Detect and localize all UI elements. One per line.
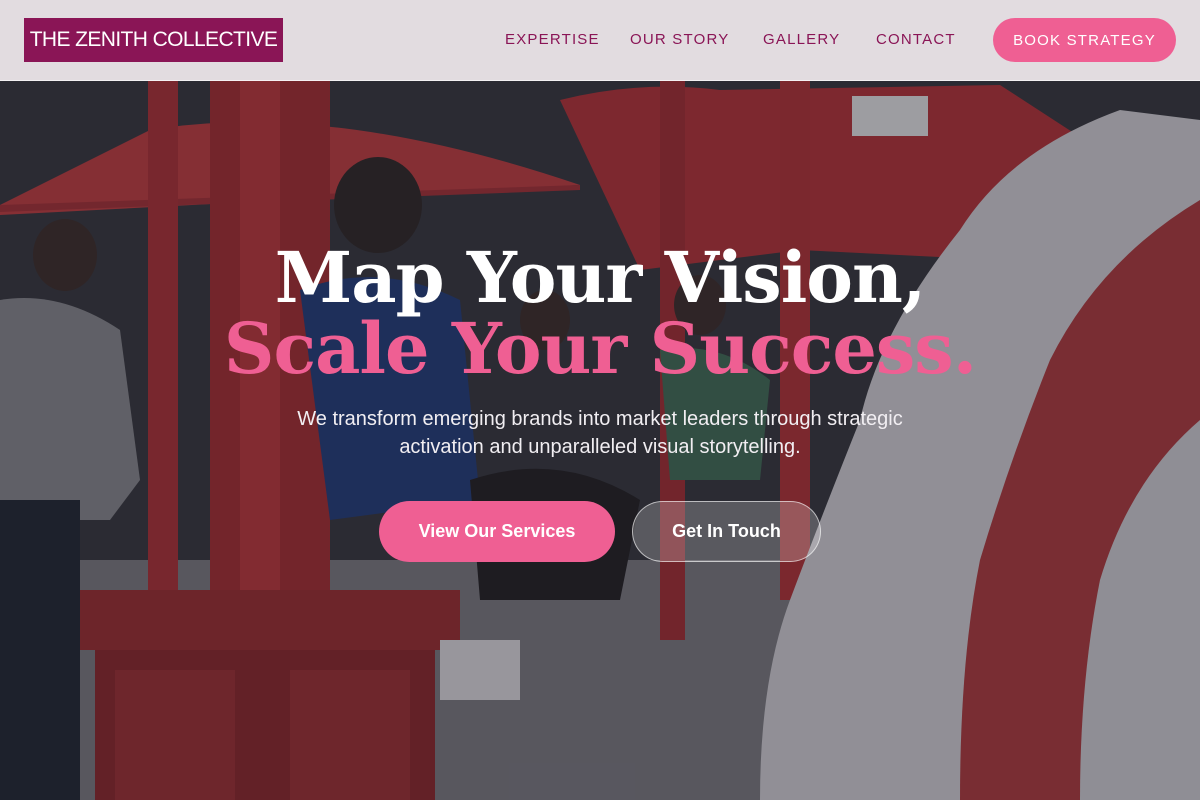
- hero-overlay: [0, 0, 1200, 800]
- nav-item-contact[interactable]: CONTACT: [876, 31, 956, 48]
- nav-item-our-story[interactable]: OUR STORY: [630, 31, 729, 48]
- brand-logo-text: THE ZENITH COLLECTIVE: [29, 28, 278, 51]
- nav-item-expertise[interactable]: EXPERTISE: [505, 31, 600, 48]
- site-header: THE ZENITH COLLECTIVE EXPERTISE OUR STOR…: [0, 0, 1200, 81]
- brand-logo[interactable]: THE ZENITH COLLECTIVE: [24, 18, 283, 62]
- hero-section: [0, 0, 1200, 800]
- hero-subtext: We transform emerging brands into market…: [297, 408, 903, 458]
- book-strategy-button[interactable]: BOOK STRATEGY: [993, 18, 1176, 62]
- hero-headline-line2: Scale Your Success.: [223, 307, 977, 390]
- get-in-touch-button[interactable]: Get In Touch: [632, 501, 821, 562]
- nav-item-gallery[interactable]: GALLERY: [763, 31, 840, 48]
- view-services-button[interactable]: View Our Services: [379, 501, 615, 562]
